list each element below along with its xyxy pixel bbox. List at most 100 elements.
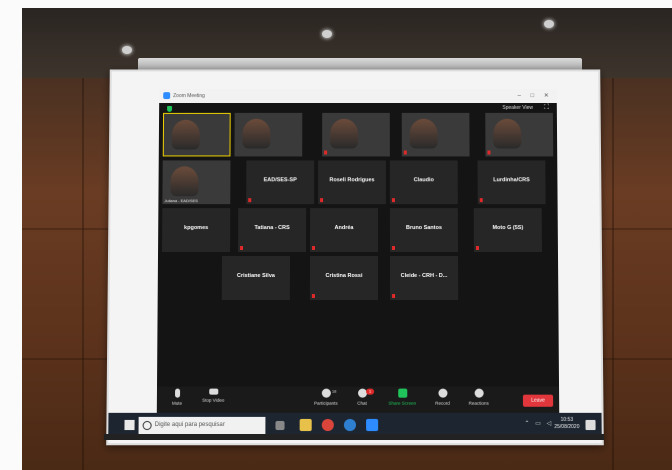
photo-background: Zoom Meeting – □ ✕ Speaker View ⛶ Julian… <box>22 8 672 470</box>
notification-icon[interactable] <box>585 419 596 431</box>
muted-mic-icon <box>479 198 483 203</box>
participant-name: EAD/SES-SP <box>263 177 297 184</box>
zoom-window: Zoom Meeting – □ ✕ Speaker View ⛶ Julian… <box>156 89 560 430</box>
participant-video <box>409 118 438 149</box>
participant-tile[interactable]: Juliana - EAD/SES <box>162 160 231 205</box>
mute-button[interactable]: Mute <box>157 388 197 406</box>
participant-name: Moto G (5S) <box>492 225 524 232</box>
encryption-shield-icon[interactable] <box>167 105 173 112</box>
muted-mic-icon <box>391 246 395 251</box>
chat-button[interactable]: Chat 1 <box>342 388 382 406</box>
system-tray-icons[interactable]: ⌃ ▭ ◁ <box>524 420 553 427</box>
record-button[interactable]: Record <box>422 388 462 406</box>
taskbar-search[interactable]: Digite aqui para pesquisar <box>138 416 266 436</box>
muted-mic-icon <box>324 150 328 155</box>
muted-mic-icon <box>248 198 252 203</box>
participant-video <box>170 166 199 197</box>
participant-name: Cristiane Silva <box>236 273 275 280</box>
participants-button[interactable]: Participants 18 <box>306 388 346 406</box>
participant-tile[interactable]: Tatiana - CRS <box>238 208 307 253</box>
participant-tile[interactable]: kpgomes <box>162 208 231 253</box>
window-controls[interactable]: – □ ✕ <box>518 92 553 99</box>
reactions-icon <box>474 388 484 398</box>
participant-video <box>242 118 271 149</box>
file-explorer-icon[interactable] <box>299 418 312 432</box>
muted-mic-icon <box>311 294 315 299</box>
participants-count: 18 <box>331 388 337 394</box>
stop-video-button[interactable]: Stop Video <box>193 388 233 403</box>
participant-tile[interactable]: Andréa <box>310 208 378 253</box>
participant-name: kpgomes <box>184 225 209 232</box>
edge-icon[interactable] <box>343 418 357 432</box>
participant-label: Juliana - EAD/SES <box>164 198 198 204</box>
reactions-label: Reactions <box>468 400 489 406</box>
zoom-logo-icon <box>163 92 171 100</box>
muted-mic-icon <box>312 246 316 251</box>
windows-start-icon[interactable] <box>124 419 135 431</box>
participant-tile[interactable]: Moto G (5S) <box>473 208 542 253</box>
muted-mic-icon <box>403 150 407 155</box>
participant-name: Bruno Santos <box>405 225 442 232</box>
projector-screen: Zoom Meeting – □ ✕ Speaker View ⛶ Julian… <box>106 69 604 446</box>
participant-tile[interactable] <box>162 112 231 157</box>
wall-panel-line <box>82 78 84 470</box>
share-screen-button[interactable]: Share Screen <box>382 388 422 406</box>
reactions-button[interactable]: Reactions <box>459 388 499 406</box>
search-placeholder: Digite aqui para pesquisar <box>154 421 225 429</box>
participant-name: Claudio <box>413 177 434 184</box>
participant-tile[interactable]: Cleide - CRH - D... <box>390 256 459 301</box>
participant-tile[interactable] <box>322 112 390 157</box>
participant-tile[interactable] <box>485 112 554 157</box>
participant-video <box>330 118 358 149</box>
ceiling-light <box>322 30 332 38</box>
participant-tile[interactable]: Roseli Rodrigues <box>318 160 386 205</box>
muted-mic-icon <box>391 198 395 203</box>
muted-mic-icon <box>487 150 491 155</box>
search-icon <box>142 420 152 431</box>
video-camera-icon <box>208 388 218 395</box>
participant-tile[interactable]: Lurdinha/CRS <box>477 160 546 205</box>
task-view-icon[interactable] <box>275 420 285 431</box>
participant-tile[interactable]: Cristiane Silva <box>221 256 290 301</box>
chat-badge: 1 <box>366 388 375 395</box>
participant-name: Lurdinha/CRS <box>493 177 530 184</box>
participant-tile[interactable]: EAD/SES-SP <box>246 160 315 205</box>
screen-bottom-bar <box>104 434 604 440</box>
participant-name: Cristina Rossi <box>325 273 363 280</box>
participant-name: Roseli Rodrigues <box>329 177 375 184</box>
zoom-titlebar: Zoom Meeting – □ ✕ <box>159 89 557 104</box>
microphone-icon <box>174 388 180 398</box>
speaker-view-button[interactable]: Speaker View <box>502 105 533 111</box>
participant-name: Cleide - CRH - D... <box>400 273 448 280</box>
clock-date: 25/08/2020 <box>554 423 580 431</box>
share-screen-label: Share Screen <box>388 400 417 406</box>
participant-tile[interactable] <box>401 112 470 157</box>
stop-video-label: Stop Video <box>202 397 225 403</box>
taskbar-clock[interactable]: 10:53 25/08/2020 <box>554 417 579 431</box>
zoom-app-icon[interactable] <box>366 418 379 432</box>
participants-icon <box>321 388 331 398</box>
muted-mic-icon <box>320 198 324 203</box>
leave-button[interactable]: Leave <box>522 394 554 407</box>
participant-tile[interactable]: Cristina Rossi <box>309 256 379 301</box>
participant-tile[interactable]: Claudio <box>389 160 458 205</box>
wall-panel-line <box>612 78 614 470</box>
mute-label: Mute <box>171 400 183 406</box>
record-icon <box>437 388 448 398</box>
muted-mic-icon <box>475 246 479 251</box>
participants-label: Participants <box>313 400 338 406</box>
clock-time: 10:53 <box>560 416 574 423</box>
muted-mic-icon <box>392 294 396 299</box>
participant-video <box>493 118 522 149</box>
participant-name: Tatiana - CRS <box>254 225 290 232</box>
chat-label: Chat <box>357 400 367 406</box>
chrome-icon[interactable] <box>321 418 334 432</box>
participant-video <box>171 119 200 150</box>
muted-mic-icon <box>240 246 244 251</box>
participant-tile[interactable] <box>234 112 303 157</box>
participant-name: Andréa <box>334 225 354 232</box>
ceiling-light <box>544 20 554 28</box>
fullscreen-icon[interactable]: ⛶ <box>544 104 549 112</box>
participant-tile[interactable]: Bruno Santos <box>389 208 458 253</box>
ceiling-light <box>122 46 132 54</box>
